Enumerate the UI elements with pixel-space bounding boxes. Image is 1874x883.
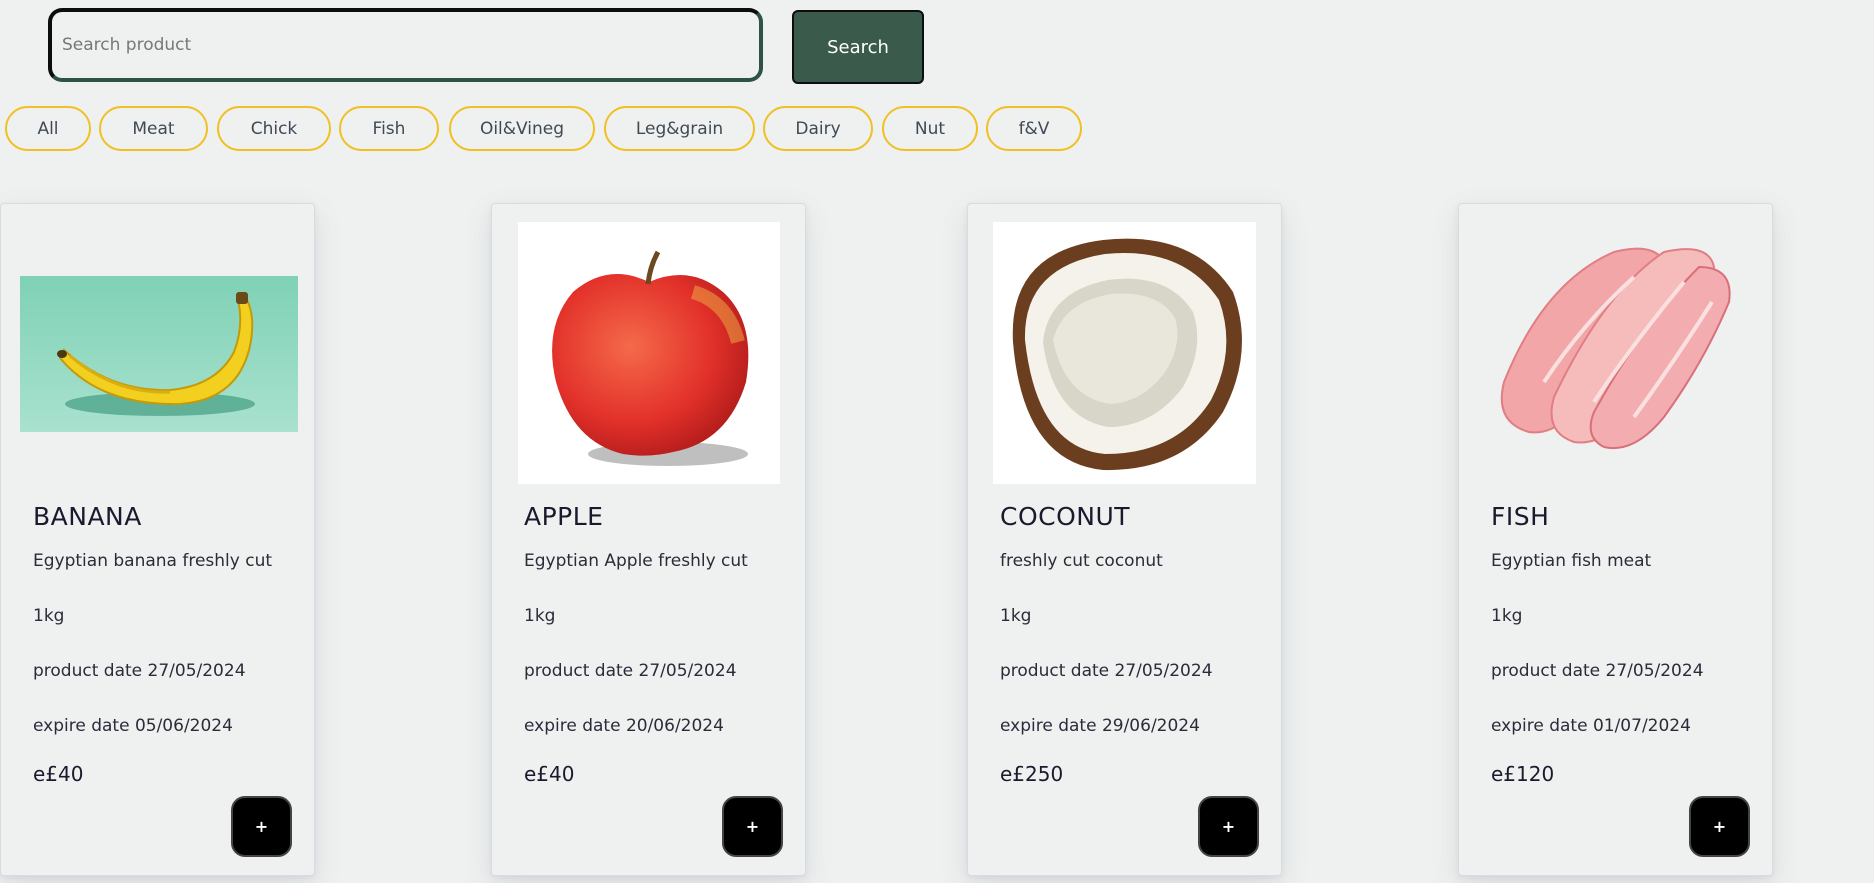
filter-chick[interactable]: Chick xyxy=(217,106,331,151)
filter-meat[interactable]: Meat xyxy=(99,106,208,151)
add-to-cart-button[interactable]: + xyxy=(1198,796,1259,857)
expire-date: expire date 01/07/2024 xyxy=(1491,716,1691,736)
product-card-apple: APPLE Egyptian Apple freshly cut 1kg pro… xyxy=(491,203,806,876)
add-to-cart-button[interactable]: + xyxy=(722,796,783,857)
product-description: freshly cut coconut xyxy=(1000,551,1163,571)
expire-date: expire date 05/06/2024 xyxy=(33,716,233,736)
search-button[interactable]: Search xyxy=(792,10,924,84)
search-field-wrapper xyxy=(48,8,763,82)
fish-image xyxy=(1484,222,1746,484)
filter-nut[interactable]: Nut xyxy=(882,106,978,151)
product-description: Egyptian Apple freshly cut xyxy=(524,551,748,571)
product-date: product date 27/05/2024 xyxy=(1000,661,1213,681)
apple-image xyxy=(518,222,780,484)
product-price: e£40 xyxy=(524,762,575,786)
add-to-cart-button[interactable]: + xyxy=(1689,796,1750,857)
product-card-coconut: COCONUT freshly cut coconut 1kg product … xyxy=(967,203,1282,876)
product-weight: 1kg xyxy=(1491,606,1523,626)
product-description: Egyptian fish meat xyxy=(1491,551,1652,571)
product-name: COCONUT xyxy=(1000,502,1131,531)
filter-legumes-grain[interactable]: Leg&grain xyxy=(604,106,755,151)
expire-date: expire date 20/06/2024 xyxy=(524,716,724,736)
product-weight: 1kg xyxy=(1000,606,1032,626)
add-to-cart-button[interactable]: + xyxy=(231,796,292,857)
filter-fruit-veg[interactable]: f&V xyxy=(986,106,1082,151)
search-input[interactable] xyxy=(60,34,759,56)
banana-image xyxy=(20,276,298,432)
filter-dairy[interactable]: Dairy xyxy=(763,106,873,151)
product-card-banana: BANANA Egyptian banana freshly cut 1kg p… xyxy=(0,203,315,876)
expire-date: expire date 29/06/2024 xyxy=(1000,716,1200,736)
filter-all[interactable]: All xyxy=(5,106,91,151)
product-weight: 1kg xyxy=(33,606,65,626)
product-date: product date 27/05/2024 xyxy=(33,661,246,681)
product-name: APPLE xyxy=(524,502,604,531)
product-price: e£250 xyxy=(1000,762,1064,786)
product-price: e£120 xyxy=(1491,762,1555,786)
product-description: Egyptian banana freshly cut xyxy=(33,551,273,571)
product-name: FISH xyxy=(1491,502,1550,531)
product-date: product date 27/05/2024 xyxy=(1491,661,1704,681)
filter-fish[interactable]: Fish xyxy=(339,106,439,151)
filter-oil-vinegar[interactable]: Oil&Vineg xyxy=(449,106,595,151)
product-card-fish: FISH Egyptian fish meat 1kg product date… xyxy=(1458,203,1773,876)
product-weight: 1kg xyxy=(524,606,556,626)
product-name: BANANA xyxy=(33,502,142,531)
product-price: e£40 xyxy=(33,762,84,786)
product-date: product date 27/05/2024 xyxy=(524,661,737,681)
coconut-image xyxy=(993,222,1256,484)
